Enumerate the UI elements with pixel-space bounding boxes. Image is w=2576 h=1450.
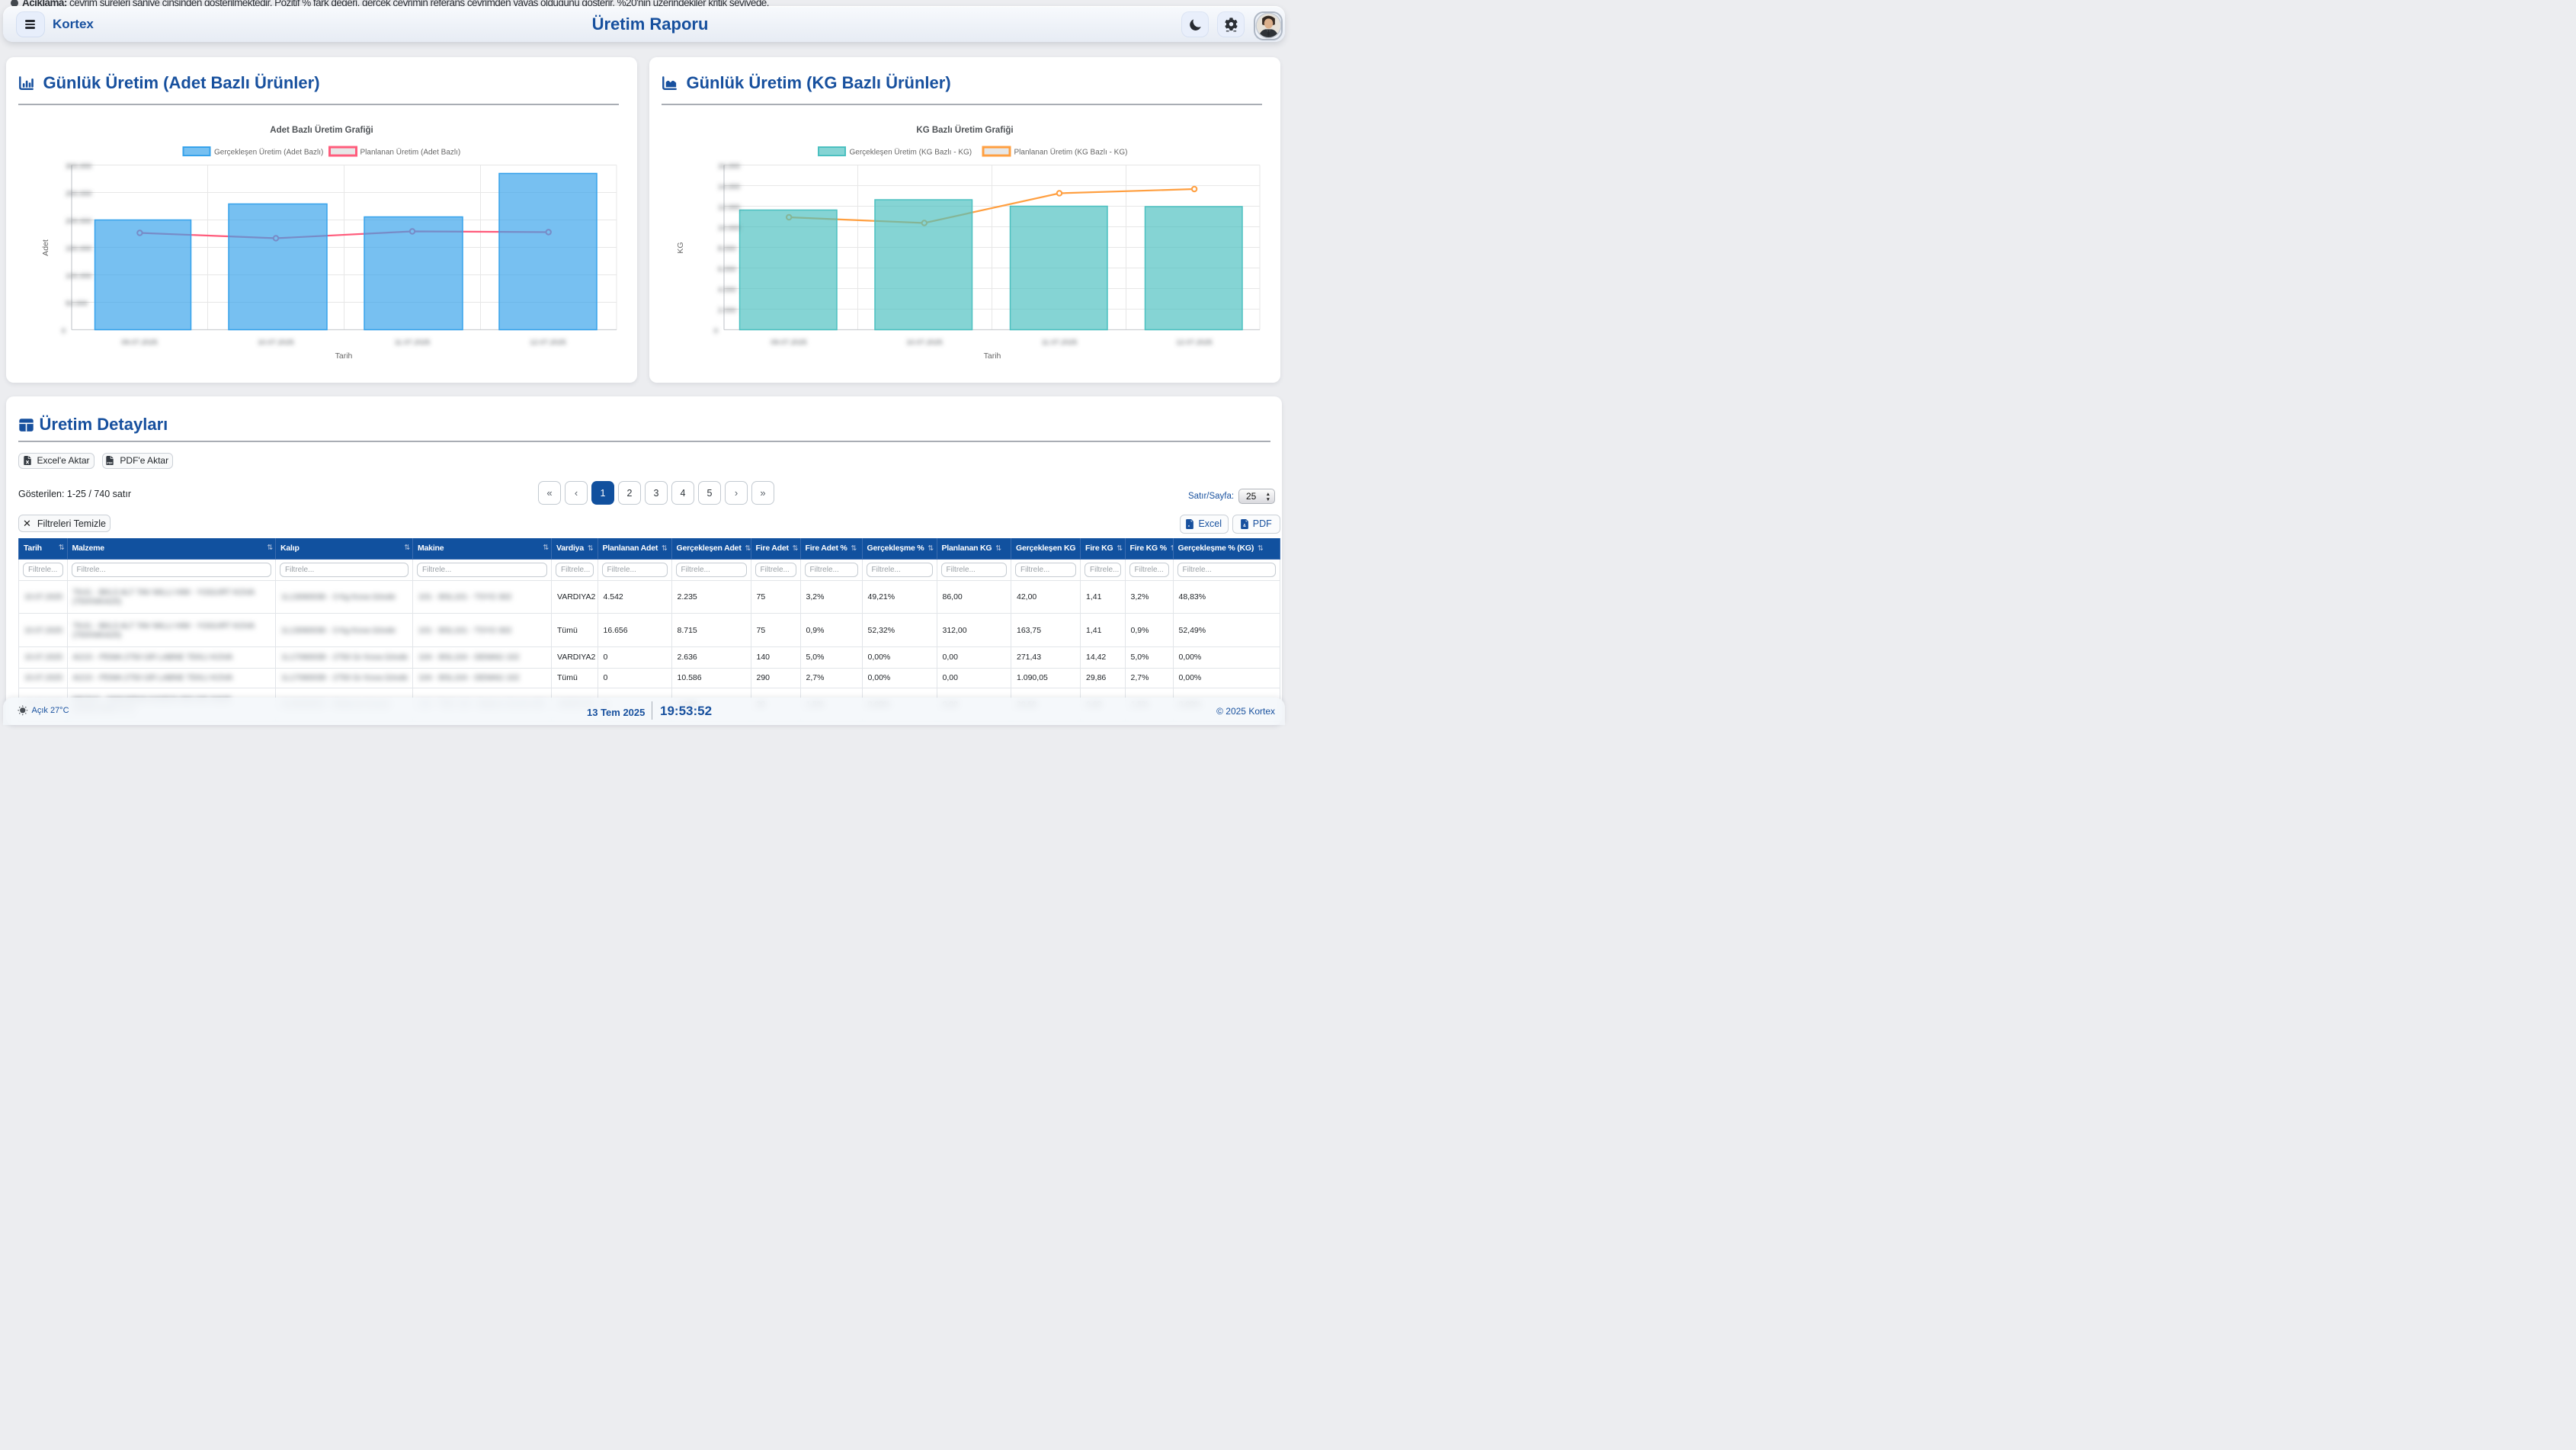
svg-text:KG: KG [676,242,685,253]
svg-text:11.07.2025: 11.07.2025 [1042,338,1078,347]
svg-text:200.000: 200.000 [66,217,91,226]
svg-text:Gerçekleşen Üretim (Adet Bazlı: Gerçekleşen Üretim (Adet Bazlı) [214,148,323,157]
svg-text:50.000: 50.000 [66,300,88,308]
svg-text:Planlanan Üretim (KG Bazlı - K: Planlanan Üretim (KG Bazlı - KG) [1014,148,1128,157]
svg-text:09.07.2025: 09.07.2025 [771,338,807,347]
svg-text:0: 0 [714,327,718,335]
svg-text:250.000: 250.000 [66,190,91,198]
svg-text:0: 0 [62,327,66,335]
svg-text:150.000: 150.000 [66,245,91,253]
svg-text:09.07.2025: 09.07.2025 [121,338,158,347]
svg-text:10.07.2025: 10.07.2025 [258,338,294,347]
svg-text:Adet Bazlı Üretim Grafiği: Adet Bazlı Üretim Grafiği [270,125,373,135]
svg-text:4.000: 4.000 [718,286,736,294]
svg-text:Planlanan Üretim (Adet Bazlı): Planlanan Üretim (Adet Bazlı) [360,148,461,157]
svg-text:PDF: PDF [107,461,114,464]
svg-text:10.000: 10.000 [718,224,740,233]
svg-text:8.000: 8.000 [718,245,736,253]
svg-text:12.000: 12.000 [718,204,740,212]
svg-text:6.000: 6.000 [718,265,736,274]
svg-text:11.07.2025: 11.07.2025 [395,338,431,347]
svg-text:KG Bazlı Üretim Grafiği: KG Bazlı Üretim Grafiği [916,125,1013,135]
svg-text:300.000: 300.000 [66,162,91,171]
svg-text:16.000: 16.000 [718,162,740,171]
svg-text:14.000: 14.000 [718,183,740,191]
svg-text:2.000: 2.000 [718,306,736,315]
svg-text:Tarih: Tarih [984,351,1001,361]
svg-text:10.07.2025: 10.07.2025 [906,338,943,347]
svg-text:Tarih: Tarih [335,351,353,361]
svg-text:&: & [1243,524,1246,528]
svg-text:12.07.2025: 12.07.2025 [530,338,566,347]
svg-text:100.000: 100.000 [66,272,91,281]
svg-text:Adet: Adet [41,239,50,256]
svg-text:Gerçekleşen Üretim (KG Bazlı -: Gerçekleşen Üretim (KG Bazlı - KG) [850,148,972,157]
svg-text:12.07.2025: 12.07.2025 [1176,338,1213,347]
